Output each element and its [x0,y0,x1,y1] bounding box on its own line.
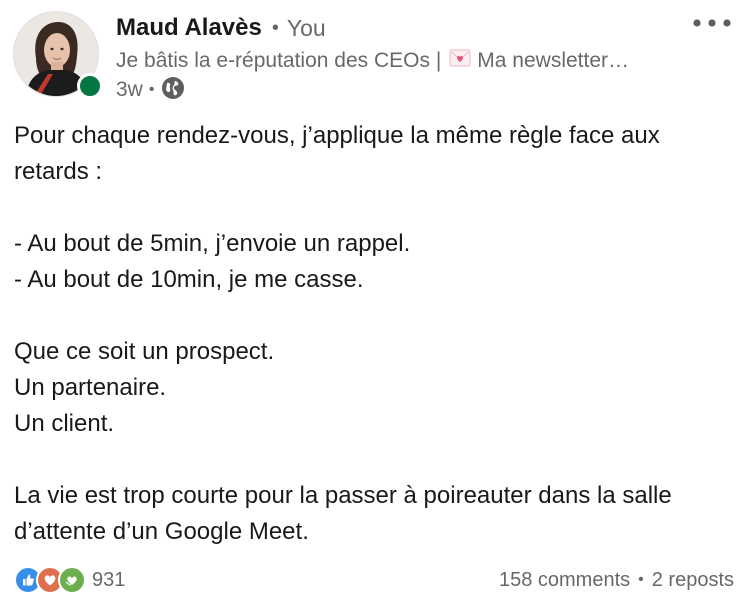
post-line: Que ce soit un prospect. [14,338,275,365]
author-headline[interactable]: Je bâtis la e-réputation des CEOs | Ma n… [116,47,676,75]
relation-label: You [286,14,326,41]
headline-text: Je bâtis la e-réputation des CEOs | [116,49,442,72]
author-name[interactable]: Maud Alavès [116,14,262,42]
online-status-badge [77,73,103,99]
author-name-line: Maud Alavès • You [116,13,326,43]
post-line: La vie est trop courte pour la passer à … [14,482,672,509]
post-meta: 3w • [116,76,185,105]
post-line: Un client. [14,410,115,437]
support-icon [58,566,86,594]
ellipsis-icon [693,19,731,27]
headline-text-end: Ma newsletter… [477,49,630,72]
reposts-count-link[interactable]: 2 reposts [652,569,734,592]
reactions-summary[interactable]: 931 [14,565,125,595]
comments-count-link[interactable]: 158 comments [499,569,630,592]
post-line: Un partenaire. [14,374,167,401]
separator-dot: • [148,81,155,98]
author-avatar[interactable] [13,11,103,99]
post-line: - Au bout de 10min, je me casse. [14,266,364,293]
envelope-heart-icon [449,49,471,73]
globe-icon [161,76,185,105]
post-line: Pour chaque rendez-vous, j’applique la m… [14,122,660,149]
feed-post: Maud Alavès • You Je bâtis la e-réputati… [0,0,752,606]
social-counts: 158 comments • 2 reposts [499,565,734,595]
reaction-icons [14,566,86,594]
post-line: retards : [14,158,103,185]
more-options-button[interactable] [690,10,734,36]
post-time[interactable]: 3w [116,78,143,102]
post-line: d’attente d’un Google Meet. [14,518,309,545]
separator-dot: • [271,16,279,39]
post-line: - Au bout de 5min, j’envoie un rappel. [14,230,411,257]
reaction-count: 931 [92,568,126,591]
separator-dot: • [638,571,644,588]
post-body: Pour chaque rendez-vous, j’applique la m… [14,118,736,550]
